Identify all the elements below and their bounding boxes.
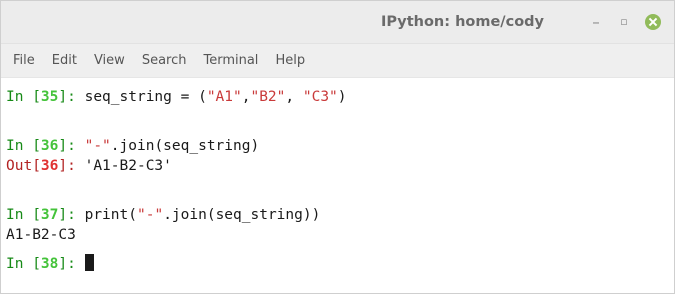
text-cursor <box>84 254 94 271</box>
string-literal: "B2" <box>250 89 286 105</box>
title-bar[interactable]: IPython: home/cody – ▫ <box>1 1 674 44</box>
string-literal: "C3" <box>302 89 338 105</box>
in-prompt-end: ]: <box>58 89 85 105</box>
in-prompt-end: ]: <box>58 138 85 154</box>
out-prompt: Out[ <box>6 158 41 174</box>
menu-bar: File Edit View Search Terminal Help <box>1 44 674 78</box>
in-prompt-end: ]: <box>58 207 85 223</box>
close-icon <box>645 14 661 30</box>
terminal-output[interactable]: In [35]: seq_string = ("A1","B2", "C3") … <box>1 80 674 293</box>
maximize-button[interactable]: ▫ <box>612 1 636 43</box>
in-prompt-number: 37 <box>40 207 59 223</box>
menu-view[interactable]: View <box>94 53 125 68</box>
terminal-window: IPython: home/cody – ▫ File Edit View Se… <box>0 0 675 294</box>
in-prompt-number: 38 <box>40 256 59 272</box>
minimize-button[interactable]: – <box>584 1 608 43</box>
in-prompt: In [ <box>6 207 41 223</box>
code-text: print( <box>84 207 137 223</box>
code-text: ) <box>337 89 347 105</box>
in-prompt: In [ <box>6 89 41 105</box>
output-value: 'A1-B2-C3' <box>84 158 172 174</box>
menu-search[interactable]: Search <box>142 53 187 68</box>
input-line-37: In [37]: print("-".join(seq_string)) <box>6 205 320 225</box>
menu-terminal[interactable]: Terminal <box>203 53 258 68</box>
menu-edit[interactable]: Edit <box>52 53 77 68</box>
input-line-36: In [36]: "-".join(seq_string) <box>6 136 259 156</box>
code-text: .join(seq_string)) <box>163 207 321 223</box>
printed-output: A1-B2-C3 <box>6 227 76 243</box>
window-title: IPython: home/cody <box>380 14 544 30</box>
string-literal: "-" <box>136 207 164 223</box>
close-button[interactable] <box>641 1 665 43</box>
in-prompt: In [ <box>6 138 41 154</box>
out-prompt-number: 36 <box>40 158 59 174</box>
output-line-36: Out[36]: 'A1-B2-C3' <box>6 156 172 176</box>
in-prompt: In [ <box>6 256 41 272</box>
code-text: , <box>285 89 303 105</box>
string-literal: "-" <box>84 138 111 154</box>
input-line-35: In [35]: seq_string = ("A1","B2", "C3") <box>6 87 347 107</box>
menu-help[interactable]: Help <box>275 53 305 68</box>
out-prompt-end: ]: <box>58 158 85 174</box>
in-prompt-end: ]: <box>58 256 85 272</box>
code-text: seq_string = ( <box>84 89 207 105</box>
string-literal: "A1" <box>206 89 242 105</box>
input-line-38[interactable]: In [38]: <box>6 254 94 274</box>
in-prompt-number: 36 <box>40 138 59 154</box>
in-prompt-number: 35 <box>40 89 59 105</box>
code-text: .join(seq_string) <box>110 138 260 154</box>
menu-file[interactable]: File <box>13 53 35 68</box>
